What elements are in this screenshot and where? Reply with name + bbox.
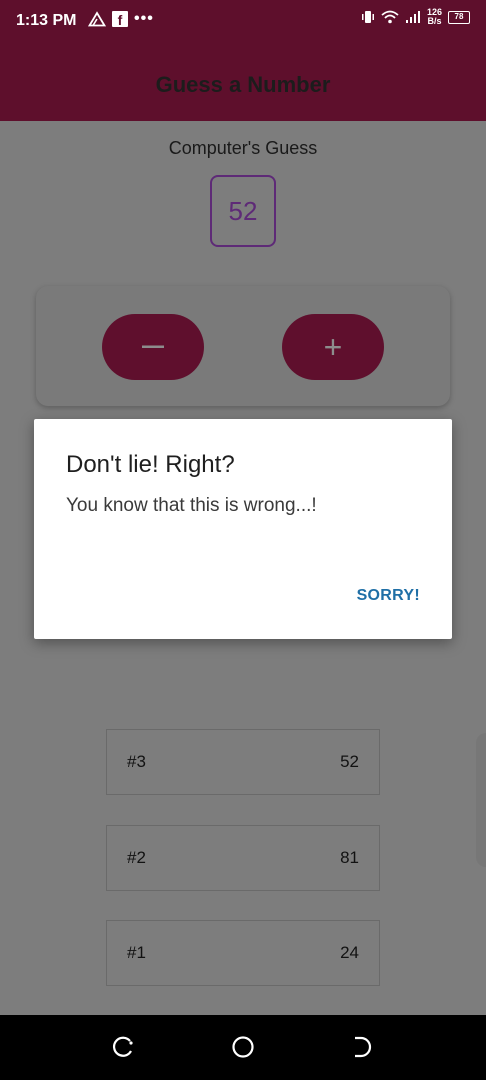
minus-icon bbox=[142, 345, 164, 348]
guess-list-item: #2 81 bbox=[106, 825, 380, 891]
status-bar: 1:13 PM f ••• 126 B/s 78 bbox=[0, 0, 486, 44]
status-time: 1:13 PM bbox=[16, 12, 77, 29]
warning-triangle-icon bbox=[88, 11, 106, 27]
guess-round: #1 bbox=[127, 943, 146, 962]
more-dots-icon: ••• bbox=[134, 10, 154, 27]
recent-apps-button[interactable] bbox=[347, 1033, 375, 1061]
sorry-button[interactable]: SORRY! bbox=[357, 587, 420, 605]
system-icons: 126 B/s 78 bbox=[361, 8, 470, 26]
signal-icon bbox=[405, 11, 420, 23]
notification-icons: f ••• bbox=[88, 10, 154, 28]
guess-list-item: #3 52 bbox=[106, 729, 380, 795]
greater-button[interactable]: + bbox=[282, 314, 384, 380]
guess-list-item: #1 24 bbox=[106, 920, 380, 986]
battery-level: 78 bbox=[454, 12, 464, 21]
current-guess-value: 52 bbox=[228, 195, 258, 226]
home-icon bbox=[232, 1036, 254, 1058]
app-header: Guess a Number bbox=[0, 44, 486, 121]
wifi-icon bbox=[381, 10, 399, 24]
controls-card bbox=[36, 286, 450, 406]
page-title: Guess a Number bbox=[155, 72, 331, 97]
system-nav-bar bbox=[0, 1015, 486, 1080]
current-guess-box: 52 bbox=[210, 175, 276, 247]
guess-value: 81 bbox=[340, 848, 359, 867]
guess-round: #3 bbox=[127, 752, 146, 771]
battery-icon: 78 bbox=[448, 10, 470, 24]
facebook-icon: f bbox=[112, 11, 128, 27]
home-button[interactable] bbox=[229, 1033, 257, 1061]
guess-value: 24 bbox=[340, 943, 359, 962]
back-button[interactable] bbox=[110, 1033, 138, 1061]
alert-dialog: Don't lie! Right? You know that this is … bbox=[34, 419, 452, 639]
vibrate-icon bbox=[361, 11, 374, 23]
back-icon bbox=[112, 1036, 133, 1057]
edge-panel-handle[interactable] bbox=[476, 733, 486, 867]
network-speed-unit: B/s bbox=[427, 16, 442, 26]
guess-round: #2 bbox=[127, 848, 146, 867]
computer-guess-label: Computer's Guess bbox=[168, 138, 318, 158]
network-speed: 126 B/s bbox=[427, 8, 442, 26]
guess-value: 52 bbox=[340, 752, 359, 771]
recent-apps-icon bbox=[355, 1036, 372, 1058]
dialog-message: You know that this is wrong...! bbox=[66, 495, 317, 516]
dialog-title: Don't lie! Right? bbox=[66, 451, 235, 478]
plus-icon: + bbox=[323, 328, 343, 365]
lower-button[interactable] bbox=[102, 314, 204, 380]
